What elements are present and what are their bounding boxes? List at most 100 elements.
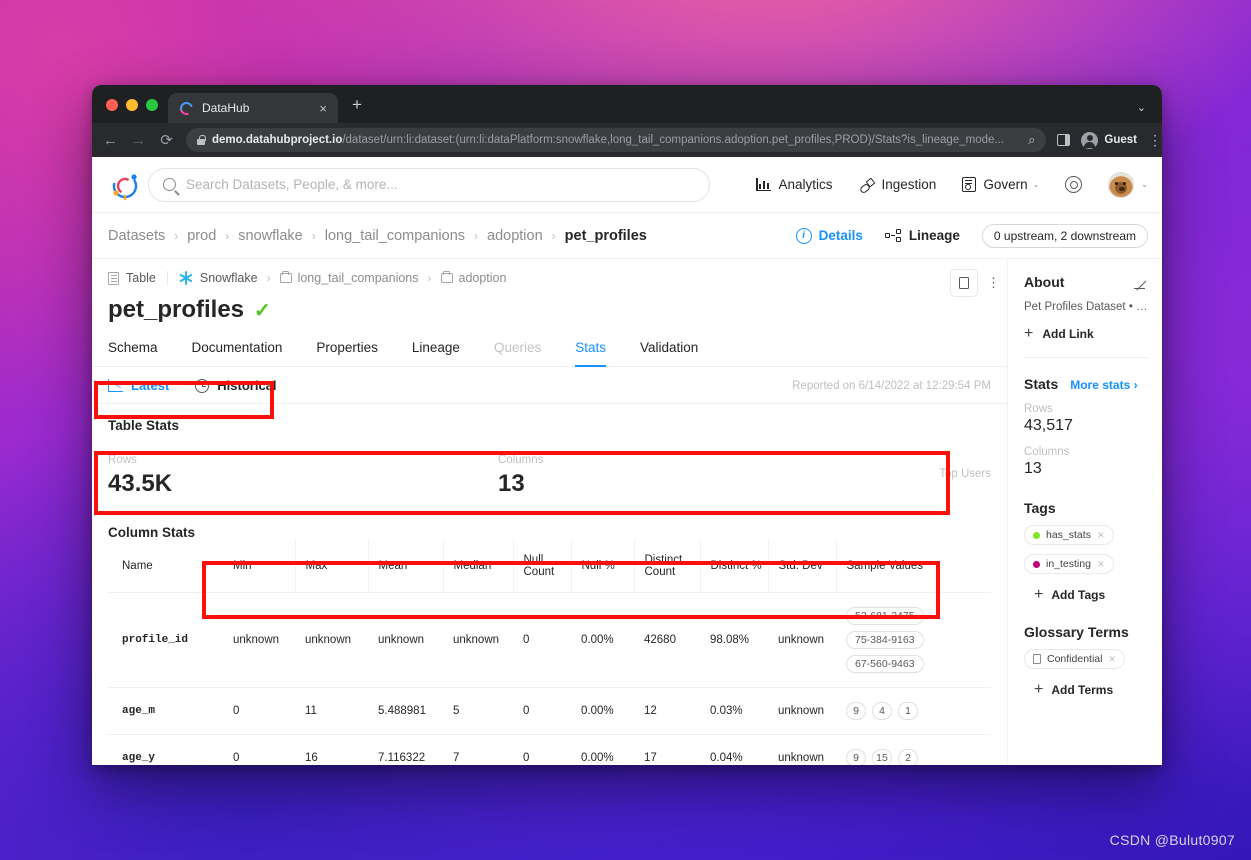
nav-item-govern[interactable]: Govern ⌄ bbox=[962, 177, 1039, 192]
table-stats-panel: Rows 43.5K Columns 13 Top Users bbox=[108, 445, 991, 507]
cell-null-count: 0 bbox=[523, 752, 530, 764]
edit-pencil-icon[interactable] bbox=[1134, 275, 1148, 290]
govern-icon bbox=[962, 177, 977, 192]
sample-value-chip: 9 bbox=[846, 702, 866, 720]
lineage-toggle[interactable]: Lineage bbox=[884, 228, 960, 243]
stats-tab-latest[interactable]: Latest bbox=[108, 378, 169, 393]
cell-distinct-count: 42680 bbox=[644, 634, 676, 646]
tag-color-dot bbox=[1033, 560, 1040, 568]
tab-validation[interactable]: Validation bbox=[640, 340, 698, 366]
breadcrumb-item-snowflake[interactable]: snowflake bbox=[238, 228, 302, 244]
breadcrumb-separator: › bbox=[311, 228, 316, 243]
browser-toolbar: ← → ⟳ demo.datahubproject.io/dataset/urn… bbox=[92, 123, 1162, 157]
settings-gear-icon[interactable] bbox=[1065, 176, 1083, 193]
add-terms-button[interactable]: + Add Terms bbox=[1024, 681, 1148, 698]
more-stats-link[interactable]: More stats › bbox=[1070, 378, 1137, 392]
browser-tab[interactable]: DataHub × bbox=[168, 93, 338, 123]
tab-lineage[interactable]: Lineage bbox=[412, 340, 460, 366]
tab-documentation[interactable]: Documentation bbox=[192, 340, 283, 366]
historical-label: Historical bbox=[217, 378, 277, 393]
add-link-button[interactable]: + Add Link bbox=[1024, 326, 1148, 342]
line-chart-icon bbox=[108, 379, 123, 392]
stats-tab-historical[interactable]: Historical bbox=[195, 378, 277, 393]
entity-container-long-tail-companions[interactable]: long_tail_companions bbox=[279, 270, 419, 285]
table-row[interactable]: age_y 0 16 7.116322 7 0 0.00% 17 0.04% u… bbox=[108, 734, 991, 765]
profile-button[interactable]: Guest bbox=[1081, 131, 1137, 149]
col-header-null-count[interactable]: Null Count bbox=[513, 540, 572, 593]
details-toggle[interactable]: Details bbox=[795, 227, 863, 244]
back-button[interactable]: ← bbox=[102, 132, 119, 149]
url-domain: demo.datahubproject.io bbox=[212, 134, 343, 146]
sample-value-chip: 9 bbox=[846, 749, 866, 765]
forward-button[interactable]: → bbox=[130, 132, 147, 149]
tag-chip-has-stats[interactable]: has_stats ✕ bbox=[1024, 525, 1114, 545]
datahub-logo-icon[interactable] bbox=[108, 168, 142, 202]
col-header-distinct-pct[interactable]: Distinct % bbox=[700, 540, 769, 593]
tab-stats[interactable]: Stats bbox=[575, 340, 606, 367]
remove-tag-icon[interactable]: ✕ bbox=[1097, 559, 1105, 570]
new-tab-button[interactable]: + bbox=[352, 95, 362, 115]
nav-item-ingestion[interactable]: Ingestion bbox=[859, 177, 937, 192]
address-bar[interactable]: demo.datahubproject.io/dataset/urn:li:da… bbox=[186, 128, 1047, 152]
close-window-button[interactable] bbox=[106, 99, 118, 111]
remove-term-icon[interactable]: ✕ bbox=[1108, 654, 1116, 665]
copy-urn-button[interactable] bbox=[950, 269, 978, 297]
latest-label: Latest bbox=[131, 378, 170, 393]
tag-chip-in-testing[interactable]: in_testing ✕ bbox=[1024, 554, 1114, 574]
entity-container-adoption[interactable]: adoption bbox=[440, 270, 506, 285]
col-header-name[interactable]: Name bbox=[108, 540, 223, 593]
maximize-window-button[interactable] bbox=[146, 99, 158, 111]
stat-top-users: Top Users bbox=[888, 445, 991, 507]
entity-more-menu-icon[interactable]: ⋮ bbox=[987, 276, 1000, 288]
table-stats-title: Table Stats bbox=[108, 418, 180, 433]
col-header-sample-values[interactable]: Sample Values bbox=[836, 540, 991, 593]
side-panel-icon[interactable] bbox=[1057, 134, 1071, 146]
breadcrumb-item-datasets[interactable]: Datasets bbox=[108, 228, 165, 244]
cell-null-pct: 0.00% bbox=[581, 634, 614, 646]
col-header-min[interactable]: Min bbox=[223, 540, 296, 593]
breadcrumb-item-long-tail-companions[interactable]: long_tail_companions bbox=[325, 228, 465, 244]
add-terms-label: Add Terms bbox=[1051, 683, 1114, 697]
remove-tag-icon[interactable]: ✕ bbox=[1097, 530, 1105, 541]
plus-icon: + bbox=[1034, 681, 1044, 698]
col-header-std-dev[interactable]: Std. Dev bbox=[768, 540, 837, 593]
tab-properties[interactable]: Properties bbox=[316, 340, 378, 366]
glossary-term-chip-confidential[interactable]: Confidential ✕ bbox=[1024, 649, 1125, 669]
cell-max: 16 bbox=[305, 752, 318, 764]
cell-min: unknown bbox=[233, 634, 280, 646]
col-header-null-pct[interactable]: Null % bbox=[571, 540, 635, 593]
sample-value-chip: 1 bbox=[898, 702, 918, 720]
glossary-term-list: Confidential ✕ bbox=[1024, 640, 1148, 669]
chevron-down-icon[interactable]: ⌄ bbox=[1137, 101, 1146, 114]
nav-item-analytics[interactable]: Analytics bbox=[756, 177, 833, 192]
browser-menu-icon[interactable]: ⋮ bbox=[1148, 133, 1162, 147]
about-section-header: About bbox=[1024, 274, 1148, 290]
search-placeholder: Search Datasets, People, & more... bbox=[186, 177, 398, 192]
app-header: Search Datasets, People, & more... Analy… bbox=[92, 157, 1162, 213]
search-input[interactable]: Search Datasets, People, & more... bbox=[148, 167, 710, 202]
add-tags-button[interactable]: + Add Tags bbox=[1024, 587, 1148, 603]
close-tab-icon[interactable]: × bbox=[316, 101, 330, 116]
col-header-distinct-count[interactable]: Distinct Count bbox=[634, 540, 701, 593]
table-row[interactable]: age_m 0 11 5.488981 5 0 0.00% 12 0.03% u… bbox=[108, 687, 991, 735]
table-row[interactable]: profile_id unknown unknown unknown unkno… bbox=[108, 592, 991, 688]
details-label: Details bbox=[818, 228, 863, 243]
user-avatar-menu[interactable]: ⌄ bbox=[1108, 171, 1148, 198]
lineage-count-badge[interactable]: 0 upstream, 2 downstream bbox=[981, 223, 1148, 248]
col-header-mean[interactable]: Mean bbox=[368, 540, 444, 593]
breadcrumb-item-adoption[interactable]: adoption bbox=[487, 228, 543, 244]
col-header-median[interactable]: Median bbox=[443, 540, 514, 593]
tab-schema[interactable]: Schema bbox=[108, 340, 158, 366]
minimize-window-button[interactable] bbox=[126, 99, 138, 111]
breadcrumb-item-prod[interactable]: prod bbox=[187, 228, 216, 244]
entity-type: Table bbox=[108, 271, 156, 285]
cell-median: 7 bbox=[453, 752, 460, 764]
reload-button[interactable]: ⟳ bbox=[158, 131, 175, 149]
sidebar: About Pet Profiles Dataset • … + Add Lin… bbox=[1007, 259, 1162, 765]
zoom-icon[interactable]: ⌕ bbox=[1028, 132, 1035, 148]
cell-null-pct: 0.00% bbox=[581, 705, 614, 717]
col-header-max[interactable]: Max bbox=[295, 540, 369, 593]
sample-value-chip: 15 bbox=[872, 749, 892, 765]
avatar bbox=[1108, 171, 1135, 198]
sample-value-chip: 4 bbox=[872, 702, 892, 720]
